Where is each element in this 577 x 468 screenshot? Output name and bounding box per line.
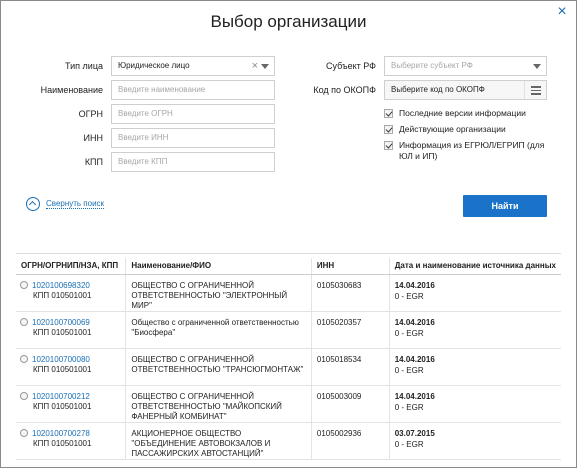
checkbox-egrul[interactable]: Информация из ЕГРЮЛ/ЕГРИП (для ЮЛ и ИП) [384,140,549,164]
org-name: Общество с ограниченной ответственностью… [125,311,312,349]
date-source-cell: 14.04.2016 0 - EGR [388,348,561,386]
ogrn-link[interactable]: 1020100700080 [32,355,90,364]
checkbox-latest-versions[interactable]: Последние версии информации [384,108,549,120]
date-source-cell: 14.04.2016 0 - EGR [388,385,561,423]
org-name: ОБЩЕСТВО С ОГРАНИЧЕННОЙ ОТВЕТСТВЕННОСТЬЮ… [125,274,312,312]
kpp-input[interactable]: Введите КПП [111,152,275,172]
checkbox-active-orgs[interactable]: Действующие организации [384,124,549,136]
table-row[interactable]: 1020100700069 КПП 010501001 Общество с о… [16,311,561,349]
ogrn-cell: 1020100700080 КПП 010501001 [16,348,126,386]
divider [16,253,561,254]
kpp-value: КПП 010501001 [33,327,92,337]
type-select[interactable]: Юридическое лицо × [111,56,275,76]
subject-placeholder: Выберите субъект РФ [391,61,473,70]
ogrn-placeholder: Введите ОГРН [118,109,173,118]
date-value: 14.04.2016 [394,354,435,364]
okopf-input[interactable]: Выберите код по ОКОПФ [384,80,547,100]
radio-button[interactable] [20,429,28,438]
name-input[interactable]: Введите наименование [111,80,275,100]
date-value: 14.04.2016 [394,391,435,401]
org-name: АКЦИОНЕРНОЕ ОБЩЕСТВО "ОБЪЕДИНЕНИЕ АВТОВО… [125,422,312,460]
type-select-value: Юридическое лицо [118,61,190,70]
inn-value: 0105030683 [310,274,390,312]
table-row[interactable]: 1020100700212 КПП 010501001 ОБЩЕСТВО С О… [16,385,561,423]
date-value: 14.04.2016 [394,317,435,327]
radio-button[interactable] [20,355,28,364]
org-name: ОБЩЕСТВО С ОГРАНИЧЕННОЙ ОТВЕТСТВЕННОСТЬЮ… [125,385,312,423]
ogrn-cell: 1020100698320 КПП 010501001 [16,274,126,312]
date-source-cell: 03.07.2015 0 - EGR [388,422,561,460]
name-label: Наименование [40,85,103,95]
ogrn-link[interactable]: 1020100700278 [32,429,90,438]
okopf-placeholder: Выберите код по ОКОПФ [391,85,485,94]
source-value: 0 - EGR [394,439,424,449]
chevron-down-icon[interactable] [533,64,541,69]
date-source-cell: 14.04.2016 0 - EGR [388,311,561,349]
table-row[interactable]: 1020100698320 КПП 010501001 ОБЩЕСТВО С О… [16,274,561,312]
inn-value: 0105018534 [310,348,390,386]
subject-label: Субъект РФ [326,61,376,71]
dialog: Выбор организации × Тип лица Юридическое… [0,0,577,468]
ogrn-link[interactable]: 1020100700212 [32,392,90,401]
kpp-placeholder: Введите КПП [118,157,168,166]
date-value: 03.07.2015 [394,428,435,438]
radio-button[interactable] [20,318,28,327]
source-value: 0 - EGR [394,328,424,338]
chevron-up-icon[interactable] [26,197,40,211]
kpp-value: КПП 010501001 [33,290,92,300]
checkbox-egrul-label: Информация из ЕГРЮЛ/ЕГРИП (для ЮЛ и ИП) [399,140,545,161]
chevron-down-icon[interactable] [261,64,269,69]
checkbox-checked-icon[interactable] [384,109,393,118]
radio-button[interactable] [20,281,28,290]
checkbox-checked-icon[interactable] [384,141,393,150]
date-value: 14.04.2016 [394,280,435,290]
inn-value: 0105002936 [310,422,390,460]
source-value: 0 - EGR [394,402,424,412]
ogrn-cell: 1020100700212 КПП 010501001 [16,385,126,423]
org-name: ОБЩЕСТВО С ОГРАНИЧЕННОЙ ОТВЕТСТВЕННОСТЬЮ… [125,348,312,386]
column-header-date-source[interactable]: Дата и наименование источника данных [388,258,561,275]
inn-label: ИНН [83,133,103,143]
ogrn-label: ОГРН [78,109,103,119]
close-icon[interactable]: × [555,4,569,20]
inn-value: 0105020357 [310,311,390,349]
ogrn-cell: 1020100700278 КПП 010501001 [16,422,126,460]
name-placeholder: Введите наименование [118,85,206,94]
collapse-search-label[interactable]: Свернуть поиск [46,199,105,209]
clear-icon[interactable]: × [252,57,258,75]
kpp-value: КПП 010501001 [33,401,92,411]
ogrn-cell: 1020100700069 КПП 010501001 [16,311,126,349]
table-row[interactable]: 1020100700278 КПП 010501001 АКЦИОНЕРНОЕ … [16,422,561,460]
source-value: 0 - EGR [394,291,424,301]
type-label: Тип лица [65,61,103,71]
radio-button[interactable] [20,392,28,401]
checkbox-checked-icon[interactable] [384,125,393,134]
column-header-name[interactable]: Наименование/ФИО [125,258,312,275]
source-value: 0 - EGR [394,365,424,375]
ogrn-input[interactable]: Введите ОГРН [111,104,275,124]
ogrn-link[interactable]: 1020100698320 [32,281,90,290]
okopf-label: Код по ОКОПФ [313,85,376,95]
inn-value: 0105003009 [310,385,390,423]
kpp-value: КПП 010501001 [33,364,92,374]
kpp-label: КПП [84,157,103,167]
inn-input[interactable]: Введите ИНН [111,128,275,148]
menu-icon[interactable] [524,81,546,99]
results-table: ОГРН/ОГРНИП/НЗА, КПП Наименование/ФИО ИН… [16,258,561,460]
subject-select[interactable]: Выберите субъект РФ [384,56,547,76]
column-header-inn[interactable]: ИНН [310,258,390,275]
date-source-cell: 14.04.2016 0 - EGR [388,274,561,312]
find-button[interactable]: Найти [463,195,547,217]
kpp-value: КПП 010501001 [33,438,92,448]
dialog-title: Выбор организации [210,12,367,31]
checkbox-latest-versions-label: Последние версии информации [399,108,526,118]
checkbox-active-orgs-label: Действующие организации [399,124,506,134]
table-row[interactable]: 1020100700080 КПП 010501001 ОБЩЕСТВО С О… [16,348,561,386]
ogrn-link[interactable]: 1020100700069 [32,318,90,327]
column-header-ogrn[interactable]: ОГРН/ОГРНИП/НЗА, КПП [16,258,126,275]
inn-placeholder: Введите ИНН [118,133,169,142]
